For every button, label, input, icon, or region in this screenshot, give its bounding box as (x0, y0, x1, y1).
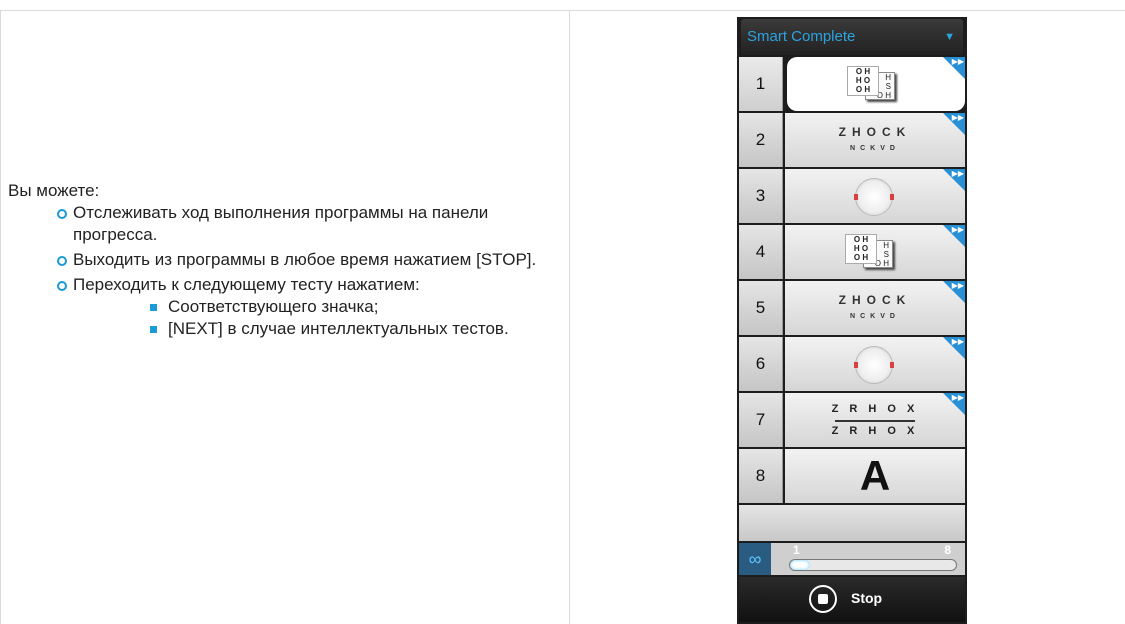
test-row[interactable]: 4 HSO HO HH OO H ▶▶ (739, 225, 965, 279)
link-icon[interactable]: ∞ (739, 543, 771, 575)
test-number: 1 (739, 57, 783, 111)
test-number: 5 (739, 281, 783, 335)
acuity-chart-icon: HSO HO HH OO H (847, 66, 895, 102)
test-row[interactable]: 2 ZHOCK NCKVD ▶▶ (739, 113, 965, 167)
square-bullet-icon (150, 304, 157, 311)
next-arrow-icon[interactable]: ▶▶ (943, 57, 965, 79)
test-number: 6 (739, 337, 783, 391)
letter-row-top: Z R H O X (831, 403, 919, 415)
letter-row-small: NCKVD (850, 145, 900, 152)
test-number: 2 (739, 113, 783, 167)
square-bullet-icon (150, 326, 157, 333)
table-border-left (0, 10, 1, 624)
test-icon-cell[interactable]: ZHOCK NCKVD ▶▶ (785, 113, 965, 167)
test-icon-cell[interactable]: HSO HO HH OO H ▶▶ (785, 225, 965, 279)
divider-line (835, 420, 915, 422)
progress-start: 1 (793, 543, 800, 557)
list-item: Выходить из программы в любое время нажа… (8, 249, 568, 271)
letter-a-icon: A (859, 452, 891, 499)
table-divider (569, 10, 570, 624)
test-icon-cell[interactable]: A (785, 449, 965, 503)
test-row[interactable]: 6 ▶▶ (739, 337, 965, 391)
dot-pattern-icon (854, 346, 894, 384)
test-row[interactable]: 7 Z R H O X Z R H O X ▶▶ (739, 393, 965, 447)
program-panel: Smart Complete ▼ 1HSO HO HH OO H ▶▶ 2 ZHOCK… (737, 17, 967, 624)
sub-list-item: [NEXT] в случае интеллектуальных тестов. (8, 318, 568, 340)
letter-row-bottom: Z R H O X (831, 425, 919, 437)
test-row[interactable]: 3 ▶▶ (739, 169, 965, 223)
letter-row-large: ZHOCK (838, 125, 912, 139)
sub-list: Соответствующего значка; [NEXT] в случае… (73, 296, 568, 340)
dropdown-arrow-icon: ▼ (944, 31, 955, 43)
progress-bar (789, 559, 957, 571)
feature-list: Отслеживать ход выполнения программы на … (8, 202, 568, 340)
test-icon-cell[interactable]: ▶▶ (785, 337, 965, 391)
next-arrow-icon[interactable]: ▶▶ (943, 393, 965, 415)
test-number: 8 (739, 449, 783, 503)
progress-end: 8 (944, 543, 951, 557)
test-row[interactable]: 1 HSO HO HH OO H ▶▶ (739, 57, 965, 111)
next-arrow-icon[interactable]: ▶▶ (943, 281, 965, 303)
progress-fill (790, 560, 810, 570)
list-item: Отслеживать ход выполнения программы на … (8, 202, 568, 246)
test-icon-cell[interactable]: Z R H O X Z R H O X ▶▶ (785, 393, 965, 447)
test-row[interactable]: 5 ZHOCK NCKVD ▶▶ (739, 281, 965, 335)
test-number: 4 (739, 225, 783, 279)
acuity-chart-icon: HSO HO HH OO H (845, 234, 893, 270)
test-number: 7 (739, 393, 783, 447)
stop-button[interactable] (809, 585, 837, 613)
test-icon-cell[interactable]: ZHOCK NCKVD ▶▶ (785, 281, 965, 335)
description-cell: Вы можете: Отслеживать ход выполнения пр… (8, 180, 568, 343)
program-dropdown[interactable]: Smart Complete ▼ (741, 19, 963, 55)
dot-pattern-icon (854, 178, 894, 216)
circle-bullet-icon (57, 256, 67, 266)
next-arrow-icon[interactable]: ▶▶ (943, 225, 965, 247)
test-row[interactable]: 8A (739, 449, 965, 503)
test-icon-cell[interactable]: HSO HO HH OO H ▶▶ (787, 57, 965, 111)
empty-row (739, 505, 965, 541)
test-icon-cell[interactable]: ▶▶ (785, 169, 965, 223)
sub-list-item: Соответствующего значка; (8, 296, 568, 318)
circle-bullet-icon (57, 281, 67, 291)
next-arrow-icon[interactable]: ▶▶ (943, 169, 965, 191)
test-number: 3 (739, 169, 783, 223)
intro-text: Вы можете: (8, 181, 100, 200)
list-item: Переходить к следующему тесту нажатием: … (8, 274, 568, 340)
circle-bullet-icon (57, 209, 67, 219)
test-list: 1HSO HO HH OO H ▶▶ 2 ZHOCK NCKVD ▶▶ 3 ▶▶ 4 H S O HO… (739, 57, 965, 505)
stop-bar: Stop (739, 577, 965, 622)
letter-row-small: NCKVD (850, 313, 900, 320)
next-arrow-icon[interactable]: ▶▶ (943, 337, 965, 359)
next-arrow-icon[interactable]: ▶▶ (943, 113, 965, 135)
progress-area: ∞ 1 8 (739, 543, 965, 575)
letter-row-large: ZHOCK (838, 293, 912, 307)
stop-label[interactable]: Stop (851, 590, 882, 606)
